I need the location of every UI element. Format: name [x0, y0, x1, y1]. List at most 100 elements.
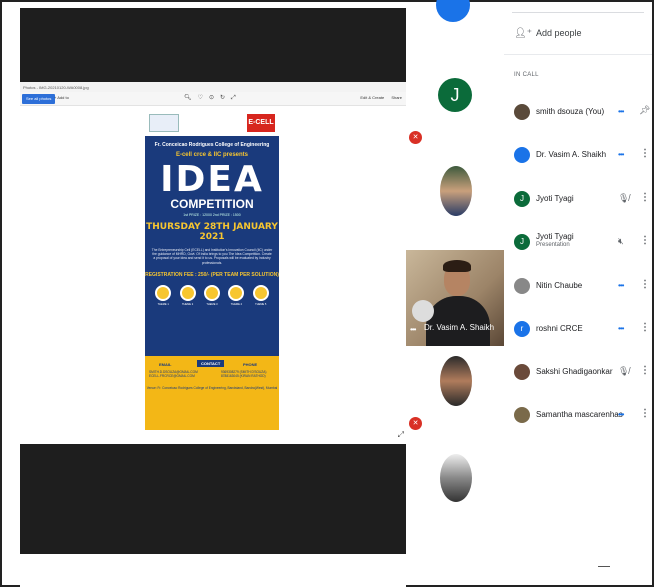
speaking-indicator-icon: ••• [618, 281, 624, 290]
speaking-indicator-icon: ••• [618, 150, 624, 159]
poster-date: THURSDAY 28TH JANUARY 2021 [146, 222, 278, 242]
avatar: r [514, 321, 530, 337]
avatar [514, 364, 530, 380]
tile-name-roshni: roshni CRCE [426, 38, 473, 47]
theme-icon [252, 284, 269, 301]
presentation-stage: Photos - IMG-20210120-WA0008.jpg See all… [20, 8, 406, 554]
mic-off-icon: ✕ [409, 417, 422, 430]
participant-row[interactable]: J Jyoti Tyagi 🎙︎̸ ⋮ [504, 185, 652, 215]
add-people-button[interactable]: 👤︎⁺ Add people [514, 28, 582, 39]
speaking-indicator-icon: ••• [410, 231, 416, 240]
participant-name: Jyoti Tyagi [536, 194, 574, 203]
contact-badge: CONTACT [197, 360, 225, 367]
avatar [440, 454, 472, 502]
poster-phones: 9369308279 (SMITH D'SOUZA) 8788163045 (K… [221, 370, 267, 379]
divider [512, 12, 644, 13]
participant-name: Samantha mascarenhas [536, 410, 623, 419]
mic-off-icon: 🎙︎̸ [618, 193, 630, 203]
audio-off-icon: 🔇︎ [618, 236, 624, 246]
viewer-toolbar-icons[interactable]: 🔍︎♡⊙↻⤢ [184, 94, 242, 102]
email-heading: EMAIL [159, 362, 172, 367]
participant-row[interactable]: Dr. Vasim A. Shaikh ••• ⋮ [504, 141, 652, 171]
participant-row[interactable]: smith dsouza (You) ••• 📌︎ [504, 98, 652, 128]
participant-row[interactable]: r roshni CRCE ••• ⋮ [504, 315, 652, 345]
poster-college-name: Fr. Conceicao Rodrigues College of Engin… [154, 142, 270, 148]
avatar [440, 166, 472, 216]
participant-row[interactable]: Samantha mascarenhas ••• ⋮ [504, 401, 652, 431]
speaking-indicator-icon: ••• [618, 410, 624, 419]
viewer-toolbar-right: Edit & Create Share [354, 95, 402, 100]
avatar: J [438, 78, 472, 112]
see-all-photos-button[interactable]: See all photos [22, 94, 56, 104]
poster-prizes: 1st PRIZE : 12000 2nd PRIZE : 1500 [183, 213, 241, 217]
divider [504, 54, 652, 55]
expand-icon[interactable]: ⤢ [398, 430, 404, 440]
tile-name-sakshi: Sakshi Ghadigaonkar [426, 419, 503, 428]
share-button[interactable]: Share [391, 95, 402, 100]
theme-item: THEME 1 [154, 284, 172, 306]
more-options-icon[interactable]: ⋮ [640, 148, 650, 159]
avatar [440, 356, 472, 406]
more-options-icon[interactable]: ⋮ [640, 235, 650, 246]
participant-subtitle: Presentation [536, 242, 570, 248]
speaking-indicator-icon: ••• [410, 516, 416, 525]
speaking-indicator-icon: ••• [618, 324, 624, 333]
poster-description: The Entrepreneurship Cell (ECELL) and In… [151, 248, 273, 265]
participant-name: Jyoti Tyagi [536, 232, 574, 241]
more-options-icon[interactable]: ⋮ [640, 279, 650, 290]
avatar: J [514, 234, 530, 250]
mic-off-icon: 🎙︎̸ [618, 366, 630, 376]
participant-name: smith dsouza (You) [536, 107, 605, 116]
add-to-button[interactable]: + Add to [54, 95, 69, 100]
speaking-indicator-icon: ••• [618, 107, 624, 116]
participant-name: Nitin Chaube [536, 281, 583, 290]
tile-name-vasim: Dr. Vasim A. Shaikh [424, 323, 495, 332]
add-person-icon: 👤︎⁺ [514, 28, 532, 39]
idea-competition-poster: E-CELL Fr. Conceicao Rodrigues College o… [145, 110, 279, 430]
people-panel: 👤︎⁺ Add people IN CALL smith dsouza (You)… [504, 8, 652, 556]
tile-name-nitin: Nitin Chaube [426, 514, 473, 523]
college-logo [149, 114, 179, 132]
viewer-title: Photos - IMG-20210120-WA0008.jpg [20, 82, 406, 92]
stage-bottom-strip [20, 554, 406, 587]
poster-idea-title: IDEA [160, 159, 264, 200]
microphone [412, 300, 434, 322]
photos-viewer-window: Photos - IMG-20210120-WA0008.jpg See all… [20, 82, 406, 444]
tile-name-samantha: Samantha mascarenhas [426, 229, 513, 238]
edit-create-button[interactable]: Edit & Create [360, 95, 384, 100]
viewer-canvas: E-CELL Fr. Conceicao Rodrigues College o… [20, 106, 406, 444]
theme-icon [228, 284, 245, 301]
tile-name-jyoti: Jyoti Tyagi [426, 134, 464, 143]
pin-icon[interactable]: 📌︎ [639, 105, 650, 116]
more-options-icon[interactable]: ⋮ [640, 365, 650, 376]
more-options-icon[interactable]: ⋮ [640, 322, 650, 333]
participant-row[interactable]: J Jyoti Tyagi Presentation 🔇︎ ⋮ [504, 228, 652, 258]
poster-contact-area: CONTACT EMAIL PHONE SMITH.D.DSOUZA@GMAIL… [145, 356, 279, 430]
theme-item: THEME 2 [179, 284, 197, 306]
theme-icon [155, 284, 172, 301]
avatar [514, 104, 530, 120]
minimize-icon[interactable] [598, 566, 610, 567]
more-options-icon[interactable]: ⋮ [640, 408, 650, 419]
poster-presents: E-cell crce & IIC presents [175, 152, 249, 158]
theme-item: THEME 4 [227, 284, 245, 306]
mic-off-icon: ✕ [409, 131, 422, 144]
speaking-indicator-icon: ••• [410, 40, 416, 49]
poster-themes: THEME 1 THEME 2 THEME 3 THEME 4 THEME 5 [151, 284, 273, 306]
poster-logo-bar: E-CELL [145, 110, 279, 136]
participant-row[interactable]: Sakshi Ghadigaonkar 🎙︎̸ ⋮ [504, 358, 652, 388]
avatar [514, 147, 530, 163]
participant-row[interactable]: Nitin Chaube ••• ⋮ [504, 272, 652, 302]
poster-registration-fee: REGISTRATION FEE : 250/- (PER TEAM PER S… [145, 271, 279, 278]
poster-emails: SMITH.D.DSOUZA@GMAIL.COM ECELL.FRCRCE@GM… [149, 370, 198, 379]
participant-name: Sakshi Ghadigaonkar [536, 367, 613, 376]
more-options-icon[interactable]: ⋮ [640, 192, 650, 203]
theme-item: THEME 5 [252, 284, 270, 306]
in-call-heading: IN CALL [514, 72, 539, 78]
avatar [514, 407, 530, 423]
add-people-label: Add people [535, 28, 582, 38]
avatar [514, 278, 530, 294]
viewer-toolbar: See all photos + Add to 🔍︎♡⊙↻⤢ Edit & Cr… [20, 92, 406, 106]
participant-name: roshni CRCE [536, 324, 583, 333]
participant-name: Dr. Vasim A. Shaikh [536, 150, 607, 159]
